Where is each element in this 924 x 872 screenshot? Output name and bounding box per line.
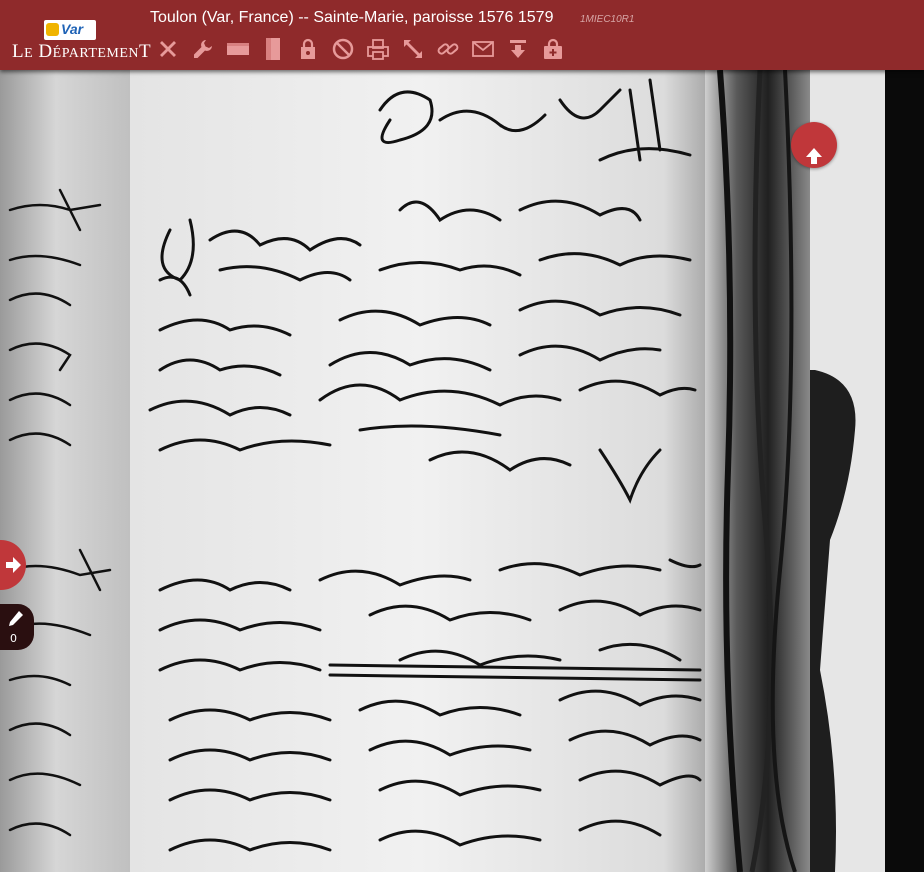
print-icon	[366, 39, 389, 60]
lock-button[interactable]	[290, 35, 325, 63]
image-viewer[interactable]: 0	[0, 70, 924, 872]
fit-width-button[interactable]	[220, 35, 255, 63]
viewer-toolbar	[150, 35, 570, 63]
wrench-icon	[193, 40, 212, 58]
forbidden-button[interactable]	[325, 35, 360, 63]
fit-height-button[interactable]	[255, 35, 290, 63]
close-icon	[159, 41, 176, 57]
permalink-button[interactable]	[430, 35, 465, 63]
close-button[interactable]	[150, 35, 185, 63]
download-icon	[509, 40, 526, 58]
var-badge: Var	[44, 20, 96, 40]
scroll-top-button[interactable]	[791, 122, 837, 168]
arrow-right-icon	[6, 557, 21, 573]
lock-add-icon	[543, 38, 562, 59]
full-height-icon	[265, 38, 280, 60]
email-button[interactable]	[465, 35, 500, 63]
register-scan-image	[0, 70, 924, 872]
logo-wordmark: LE DÉPARTEMENT	[12, 41, 152, 62]
top-bar: Var LE DÉPARTEMENT Toulon (Var, France) …	[0, 0, 924, 70]
expand-icon	[403, 40, 422, 58]
document-title: Toulon (Var, France) -- Sainte-Marie, pa…	[150, 9, 554, 26]
expand-button[interactable]	[395, 35, 430, 63]
document-cote: 1MIEC10R1	[580, 14, 635, 25]
sun-icon	[46, 23, 59, 36]
lock-icon	[300, 38, 315, 59]
annotation-count: 0	[10, 632, 17, 645]
tools-button[interactable]	[185, 35, 220, 63]
full-width-icon	[226, 43, 249, 55]
link-icon	[437, 43, 458, 55]
print-button[interactable]	[360, 35, 395, 63]
arrow-up-icon	[806, 148, 822, 164]
forbidden-icon	[332, 38, 353, 60]
annotations-button[interactable]: 0	[0, 604, 34, 650]
departement-var-logo[interactable]: Var LE DÉPARTEMENT	[8, 16, 151, 64]
pencil-icon	[9, 611, 23, 626]
download-button[interactable]	[500, 35, 535, 63]
secure-add-button[interactable]	[535, 35, 570, 63]
mail-icon	[471, 41, 494, 57]
